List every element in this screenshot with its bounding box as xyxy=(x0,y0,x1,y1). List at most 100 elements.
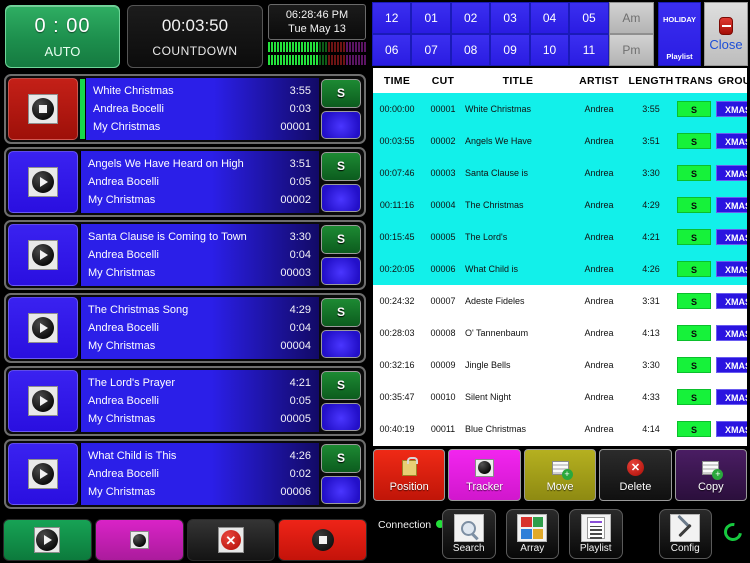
group-badge[interactable]: XMAS xyxy=(716,293,747,309)
column-header-title[interactable]: TITLE xyxy=(465,68,571,93)
column-header-group[interactable]: GROUP xyxy=(713,68,747,93)
hour-button-07[interactable]: 07 xyxy=(411,34,451,66)
play-button[interactable] xyxy=(8,443,78,505)
trans-s-button[interactable]: S xyxy=(321,371,361,400)
trans-badge[interactable]: S xyxy=(677,293,711,309)
trans-badge[interactable]: S xyxy=(677,325,711,341)
hour-button-03[interactable]: 03 xyxy=(490,2,530,34)
tracker-button[interactable]: Tracker xyxy=(448,449,521,501)
hour-button-08[interactable]: 08 xyxy=(450,34,491,66)
table-row[interactable]: 00:07:46 00003 Santa Clause is Andrea 3:30 S X… xyxy=(373,157,747,189)
playlist-item[interactable]: The Lord's Prayer 4:21 Andrea Bocelli 0:05 M… xyxy=(4,366,366,436)
item-option-button[interactable] xyxy=(321,256,361,285)
hour-button-06[interactable]: 06 xyxy=(372,34,412,66)
play-button[interactable] xyxy=(8,297,78,359)
trans-badge[interactable]: S xyxy=(677,261,711,277)
column-header-length[interactable]: LENGTH xyxy=(627,68,675,93)
stop-button[interactable] xyxy=(278,519,367,561)
playlist-item[interactable]: Angels We Have Heard on High 3:51 Andrea B… xyxy=(4,147,366,217)
table-row[interactable]: 00:00:00 00001 White Christmas Andrea 3:55 S X… xyxy=(373,93,747,125)
close-button[interactable]: Close xyxy=(704,2,748,66)
stop-button[interactable] xyxy=(8,78,78,140)
trans-badge[interactable]: S xyxy=(677,421,711,437)
trans-badge[interactable]: S xyxy=(677,133,711,149)
column-header-cut[interactable]: CUT xyxy=(421,68,465,93)
next-button[interactable] xyxy=(3,519,92,561)
playlist-item[interactable]: White Christmas 3:55 Andrea Bocelli 0:03 My … xyxy=(4,74,366,144)
hour-button-05[interactable]: 05 xyxy=(569,2,609,34)
holiday-playlist-button[interactable]: HOLIDAY Playlist xyxy=(657,2,702,66)
nav-search-button[interactable]: Search xyxy=(442,509,496,559)
trans-badge[interactable]: S xyxy=(677,197,711,213)
playlist-item[interactable]: The Christmas Song 4:29 Andrea Bocelli 0:04… xyxy=(4,293,366,363)
hour-button-10[interactable]: 10 xyxy=(529,34,570,66)
group-badge[interactable]: XMAS xyxy=(716,421,747,437)
hour-button-12[interactable]: 12 xyxy=(372,2,412,34)
group-badge[interactable]: XMAS xyxy=(716,101,747,117)
item-option-button[interactable] xyxy=(321,183,361,212)
trans-s-button[interactable]: S xyxy=(321,79,361,108)
hour-button-11[interactable]: 11 xyxy=(569,34,609,66)
column-header-artist[interactable]: ARTIST xyxy=(571,68,627,93)
nav-playlist-button[interactable]: Playlist xyxy=(569,509,623,559)
table-row[interactable]: 00:40:19 00011 Blue Christmas Andrea 4:14 S XM… xyxy=(373,413,747,445)
table-row[interactable]: 00:32:1600009Jingle BellsAndrea3:30S XMAS xyxy=(373,349,747,381)
grid-cell xyxy=(521,517,532,528)
trans-s-button[interactable]: S xyxy=(321,225,361,254)
item-option-button[interactable] xyxy=(321,402,361,431)
delete-button[interactable]: ✕ Delete xyxy=(599,449,672,501)
column-header-trans[interactable]: TRANS xyxy=(675,68,713,93)
group-badge[interactable]: XMAS xyxy=(716,133,747,149)
table-row[interactable]: 00:11:16 00004 The Christmas Andrea 4:29 S XMA… xyxy=(373,189,747,221)
column-header-time[interactable]: TIME xyxy=(373,68,421,93)
position-button[interactable]: Position xyxy=(373,449,446,501)
delete-button[interactable]: ✕ xyxy=(186,519,276,561)
item-option-button[interactable] xyxy=(321,475,361,504)
tracker-button[interactable] xyxy=(94,519,184,561)
hour-button-04[interactable]: 04 xyxy=(529,2,570,34)
countdown-display[interactable]: 00:03:50 COUNTDOWN xyxy=(127,5,263,68)
copy-button[interactable]: Copy xyxy=(674,449,748,501)
table-row[interactable]: 00:24:32 00007 Adeste Fideles Andrea 3:31 S XM… xyxy=(373,285,747,317)
group-badge[interactable]: XMAS xyxy=(716,325,747,341)
hour-button-01[interactable]: 01 xyxy=(411,2,451,34)
trans-s-button[interactable]: S xyxy=(321,298,361,327)
play-button[interactable] xyxy=(8,370,78,432)
item-option-button[interactable] xyxy=(321,329,361,358)
table-row[interactable]: 00:28:03 00008 O' Tannenbaum Andrea 4:13 S XMA… xyxy=(373,317,747,349)
table-row[interactable]: 00:35:4700010Silent NightAndrea4:33S XMAS xyxy=(373,381,747,413)
nav-config-button[interactable]: Config xyxy=(658,509,712,559)
play-button[interactable] xyxy=(8,151,78,213)
trans-badge[interactable]: S xyxy=(677,357,711,373)
nav-array-button[interactable]: Array xyxy=(505,509,559,559)
move-button[interactable]: Move xyxy=(523,449,597,501)
schedule-table[interactable]: TIMECUTTITLEARTISTLENGTHTRANSGROUP 00:00… xyxy=(373,68,747,446)
playlist-item[interactable]: What Child is This 4:26 Andrea Bocelli 0:02… xyxy=(4,439,366,509)
playlist-item-row: The Christmas Song 4:29 xyxy=(88,304,311,316)
playlist-item[interactable]: Santa Clause is Coming to Town 3:30 Andrea… xyxy=(4,220,366,290)
group-badge[interactable]: XMAS xyxy=(716,197,747,213)
table-row[interactable]: 00:20:05 00006 What Child is Andrea 4:26 S XMA… xyxy=(373,253,747,285)
group-badge[interactable]: XMAS xyxy=(716,165,747,181)
item-option-button[interactable] xyxy=(321,110,361,139)
table-row[interactable]: 00:15:4500005The Lord'sAndrea4:21S XMAS xyxy=(373,221,747,253)
refresh-icon[interactable] xyxy=(720,519,746,545)
am-button[interactable]: Am xyxy=(608,2,654,34)
group-badge[interactable]: XMAS xyxy=(716,389,747,405)
auto-clock-display[interactable]: 0 : 00 AUTO xyxy=(5,5,120,68)
group-badge[interactable]: XMAS xyxy=(716,357,747,373)
trans-badge[interactable]: S xyxy=(677,165,711,181)
trans-badge[interactable]: S xyxy=(677,101,711,117)
trans-s-button[interactable]: S xyxy=(321,152,361,181)
hour-button-02[interactable]: 02 xyxy=(450,2,491,34)
group-badge[interactable]: XMAS xyxy=(716,229,747,245)
trans-badge[interactable]: S xyxy=(677,229,711,245)
play-button[interactable] xyxy=(8,224,78,286)
table-row[interactable]: 00:03:55 00002 Angels We Have Andrea 3:51 S XM… xyxy=(373,125,747,157)
group-badge[interactable]: XMAS xyxy=(716,261,747,277)
hour-button-09[interactable]: 09 xyxy=(490,34,530,66)
playlist-item-details: Santa Clause is Coming to Town 3:30 Andrea… xyxy=(80,224,319,286)
trans-s-button[interactable]: S xyxy=(321,444,361,473)
trans-badge[interactable]: S xyxy=(677,389,711,405)
pm-button[interactable]: Pm xyxy=(608,34,654,66)
